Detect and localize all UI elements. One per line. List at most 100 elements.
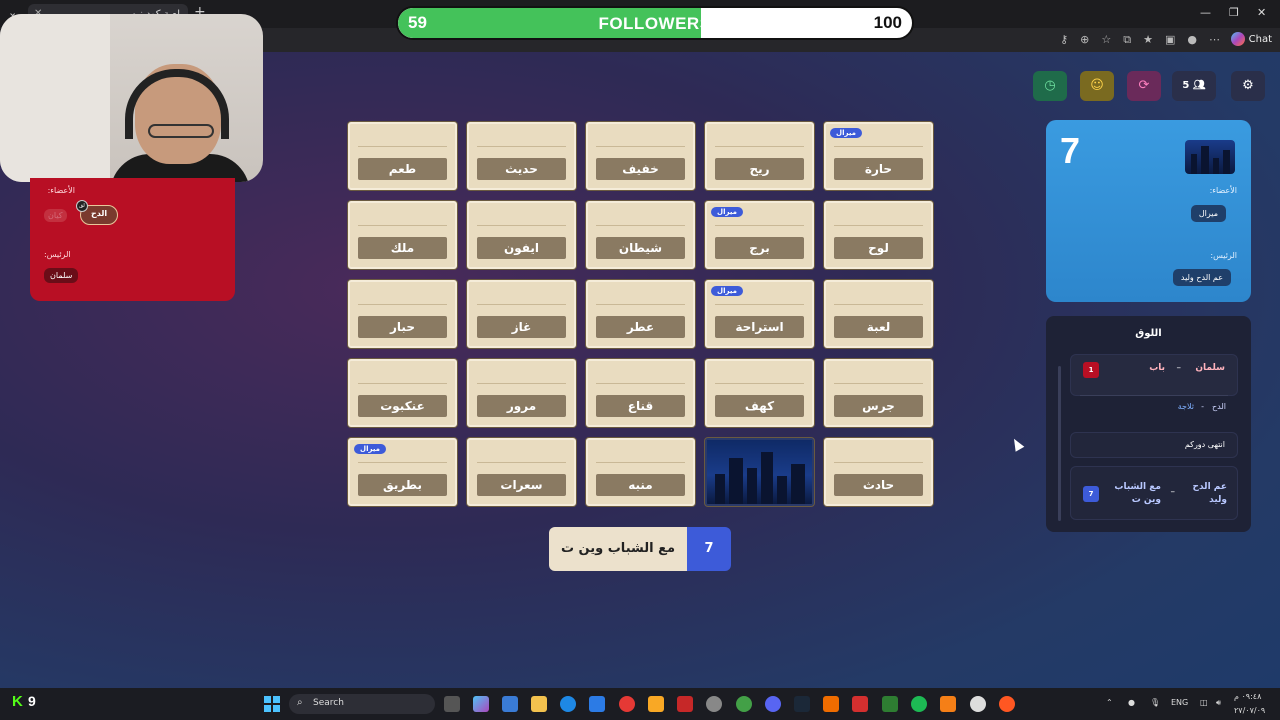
word-card[interactable]: طعم xyxy=(348,122,457,190)
blue-team-panel: 7 :الأعضاء ميرال :الرئيس عم الدح وليد xyxy=(1046,120,1251,302)
card-divider xyxy=(477,225,566,226)
app-icon[interactable] xyxy=(940,696,956,712)
tray-app-icon[interactable]: ● xyxy=(1128,698,1135,707)
log-entry-dash: – xyxy=(1176,363,1182,373)
search-icon: ⌕ xyxy=(297,697,303,708)
copilot-taskbar-icon[interactable] xyxy=(473,696,489,712)
card-word: حارة xyxy=(834,158,923,180)
word-card[interactable]: استراحة ميرال xyxy=(705,280,814,348)
followers-goal: 100 xyxy=(873,13,902,32)
word-card[interactable]: حارة ميرال xyxy=(824,122,933,190)
obs-icon[interactable] xyxy=(970,696,986,712)
word-card[interactable]: شيطان xyxy=(586,201,695,269)
xbox-icon[interactable] xyxy=(736,696,752,712)
spotify-icon[interactable] xyxy=(911,696,927,712)
mail-icon[interactable] xyxy=(589,696,605,712)
card-word: عنكبوت xyxy=(358,395,447,417)
followers-goal-bar: FOLLOWERS 59 100 xyxy=(396,6,914,40)
steam-icon[interactable] xyxy=(794,696,810,712)
word-card[interactable]: جرس xyxy=(824,359,933,427)
players-button[interactable]: 5 👥︎ xyxy=(1172,71,1216,101)
blue-member-chip[interactable]: ميرال xyxy=(1190,205,1226,222)
card-word: جرس xyxy=(834,395,923,417)
app-icon[interactable] xyxy=(999,696,1015,712)
word-card[interactable]: ملك xyxy=(348,201,457,269)
word-card[interactable]: حادث xyxy=(824,438,933,506)
word-card[interactable]: عنكبوت xyxy=(348,359,457,427)
extensions-icon[interactable]: ⧉ xyxy=(1123,33,1131,47)
app-icon[interactable] xyxy=(823,696,839,712)
log-scrollbar-track[interactable] xyxy=(1058,366,1061,521)
card-divider xyxy=(596,225,685,226)
timer-button[interactable]: ◷ xyxy=(1033,71,1067,101)
taskbar-search[interactable]: ⌕ Search xyxy=(289,694,435,714)
log-entry-dash: - xyxy=(1201,402,1204,411)
profile-avatar-icon[interactable]: ● xyxy=(1187,33,1197,47)
windows-start-icon[interactable] xyxy=(264,696,280,712)
card-voter-badge: ميرال xyxy=(830,128,863,138)
word-card[interactable]: مرور xyxy=(467,359,576,427)
card-voter-badge: ميرال xyxy=(354,444,387,454)
card-divider xyxy=(596,462,685,463)
word-card[interactable]: برج ميرال xyxy=(705,201,814,269)
app-icon[interactable] xyxy=(706,696,722,712)
chat-label: Chat xyxy=(1248,33,1272,45)
collections-icon[interactable]: ▣ xyxy=(1165,33,1175,47)
discord-icon[interactable] xyxy=(765,696,781,712)
store-icon[interactable] xyxy=(502,696,518,712)
word-card[interactable]: غاز xyxy=(467,280,576,348)
word-card[interactable]: ريح xyxy=(705,122,814,190)
card-word: ريح xyxy=(715,158,804,180)
emoji-button[interactable]: ☺ xyxy=(1080,71,1114,101)
edge-icon[interactable] xyxy=(560,696,576,712)
log-entry-player: الدح xyxy=(1211,402,1226,411)
players-count: 5 xyxy=(1182,80,1190,91)
refresh-button[interactable]: ⟳ xyxy=(1127,71,1161,101)
tray-chevron-icon[interactable]: ⌃ xyxy=(1106,698,1113,707)
app-icon[interactable] xyxy=(648,696,664,712)
minimize-icon[interactable]: — xyxy=(1200,6,1211,19)
netflix-icon[interactable] xyxy=(677,696,693,712)
followers-label: FOLLOWERS xyxy=(598,14,712,33)
red-member-badge: لق xyxy=(76,200,88,212)
opera-icon[interactable] xyxy=(619,696,635,712)
card-divider xyxy=(358,225,447,226)
word-card[interactable]: قناع xyxy=(586,359,695,427)
word-card[interactable]: حديث xyxy=(467,122,576,190)
language-indicator[interactable]: ENG xyxy=(1171,698,1188,707)
zoom-icon[interactable]: ⊕ xyxy=(1080,33,1089,47)
word-card[interactable]: كهف xyxy=(705,359,814,427)
word-card[interactable]: منبه xyxy=(586,438,695,506)
minecraft-icon[interactable] xyxy=(882,696,898,712)
task-view-icon[interactable] xyxy=(444,696,460,712)
favorites-icon[interactable]: ★ xyxy=(1143,33,1153,47)
blue-leader-chip[interactable]: عم الدح وليد xyxy=(1172,269,1231,286)
clock-time[interactable]: ٠٩:٤٨ م xyxy=(1234,692,1261,701)
app-icon[interactable] xyxy=(852,696,868,712)
card-word: عطر xyxy=(596,316,685,338)
window-close-icon[interactable]: ✕ xyxy=(1257,6,1266,19)
word-card[interactable]: حبار xyxy=(348,280,457,348)
word-card[interactable]: ايفون xyxy=(467,201,576,269)
word-card[interactable]: عطر xyxy=(586,280,695,348)
microphone-icon[interactable]: 🎙︎ xyxy=(1150,698,1160,707)
settings-button[interactable]: ⚙ xyxy=(1231,71,1265,101)
red-leader-chip[interactable]: سلمان xyxy=(44,268,79,283)
revealed-card[interactable] xyxy=(705,438,814,506)
volume-icon[interactable]: 🔊︎ xyxy=(1216,698,1221,708)
favorite-star-icon[interactable]: ☆ xyxy=(1101,33,1111,47)
card-divider xyxy=(715,383,804,384)
copilot-chat-button[interactable]: Chat xyxy=(1230,32,1272,46)
maximize-icon[interactable]: ❐ xyxy=(1229,6,1239,19)
file-explorer-icon[interactable] xyxy=(531,696,547,712)
word-card[interactable]: بطريق ميرال xyxy=(348,438,457,506)
word-card[interactable]: لوح xyxy=(824,201,933,269)
word-card[interactable]: لعبة xyxy=(824,280,933,348)
card-word: منبه xyxy=(596,474,685,496)
clock-date[interactable]: ٢٧/٠٧/٠٩ xyxy=(1234,706,1265,715)
word-card[interactable]: خفيف xyxy=(586,122,695,190)
more-menu-icon[interactable]: ⋯ xyxy=(1209,33,1220,47)
word-card[interactable]: سعرات xyxy=(467,438,576,506)
wifi-icon[interactable]: ◫ xyxy=(1200,698,1208,707)
key-icon[interactable]: ⚷ xyxy=(1060,33,1068,47)
